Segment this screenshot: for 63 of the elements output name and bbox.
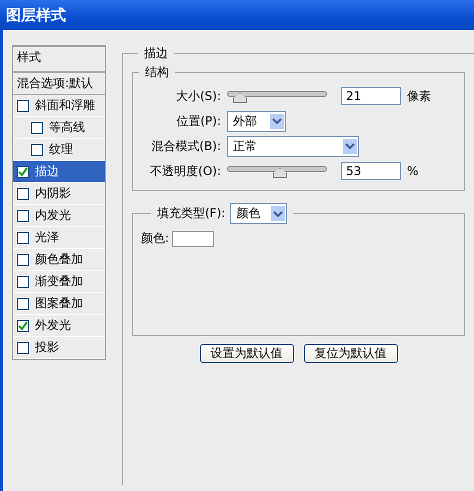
dropdown[interactable]: 颜色 [230,203,288,224]
style-label: 图案叠加 [35,295,83,312]
unit-label: 像素 [407,88,431,104]
list-item[interactable]: 颜色叠加 [13,249,105,271]
style-label: 颜色叠加 [35,251,83,268]
number-field[interactable]: 53 [341,162,401,180]
slider-track[interactable] [227,165,327,177]
field-label: 位置(P): [175,112,221,130]
group-title: 结构 [144,64,170,81]
dropdown[interactable]: 正常 [227,136,359,156]
default-button[interactable]: 复位为默认值 [304,344,398,363]
list-item[interactable]: 投影 [13,337,105,359]
checkbox[interactable] [17,188,29,200]
style-label: 斜面和浮雕 [35,97,95,114]
field-label: 大小(S): [174,88,221,104]
field-label: 颜色: [141,230,170,247]
dropdown[interactable]: 外部 [227,110,286,132]
checkbox[interactable] [17,100,29,112]
field-label: 混合模式(B): [150,138,221,154]
number-field[interactable]: 21 [341,87,401,105]
default-button[interactable]: 设置为默认值 [200,344,294,363]
list-item[interactable]: 混合选项:默认 [13,73,105,95]
style-label: 外发光 [35,317,71,334]
list-item[interactable]: 外发光 [13,315,105,337]
slider-thumb[interactable] [272,168,287,178]
slider-thumb[interactable] [233,93,247,103]
list-item[interactable]: 等高线 [13,117,105,139]
caret-icon [343,138,357,154]
unit-label: % [407,164,418,178]
style-label: 描边 [35,163,59,180]
style-label: 等高线 [49,119,85,136]
list-item[interactable]: 图案叠加 [13,293,105,315]
checkbox[interactable] [17,342,29,354]
checkbox[interactable] [17,254,29,266]
checkbox[interactable] [17,210,29,222]
style-label: 内阴影 [35,185,71,202]
checkbox[interactable] [17,276,29,288]
style-label: 内发光 [35,207,71,224]
window-title: 图层样式 [6,6,66,24]
group-title: 描边 [143,45,169,62]
caret-icon [271,206,286,221]
list-item[interactable]: 渐变叠加 [13,271,105,293]
checkbox[interactable] [17,320,29,332]
style-label: 光泽 [35,229,59,246]
field-label: 填充类型(F): [157,205,226,222]
list-item[interactable]: 光泽 [13,227,105,249]
checkbox[interactable] [17,166,29,178]
checkbox[interactable] [31,122,43,134]
list-item[interactable]: 斜面和浮雕 [13,95,105,117]
checkbox[interactable] [17,298,29,310]
slider-track[interactable] [227,90,327,102]
caret-icon [270,114,284,128]
style-label: 纹理 [49,141,73,158]
checkbox[interactable] [17,232,29,244]
style-label: 渐变叠加 [35,273,83,290]
list-header: 样式 [13,47,105,73]
checkbox[interactable] [31,144,43,156]
list-item[interactable]: 内发光 [13,205,105,227]
color-swatch[interactable] [172,230,214,246]
field-label: 不透明度(O): [149,162,221,180]
list-item[interactable]: 描边 [13,161,105,183]
list-item[interactable]: 内阴影 [13,183,105,205]
style-label: 投影 [35,339,59,356]
